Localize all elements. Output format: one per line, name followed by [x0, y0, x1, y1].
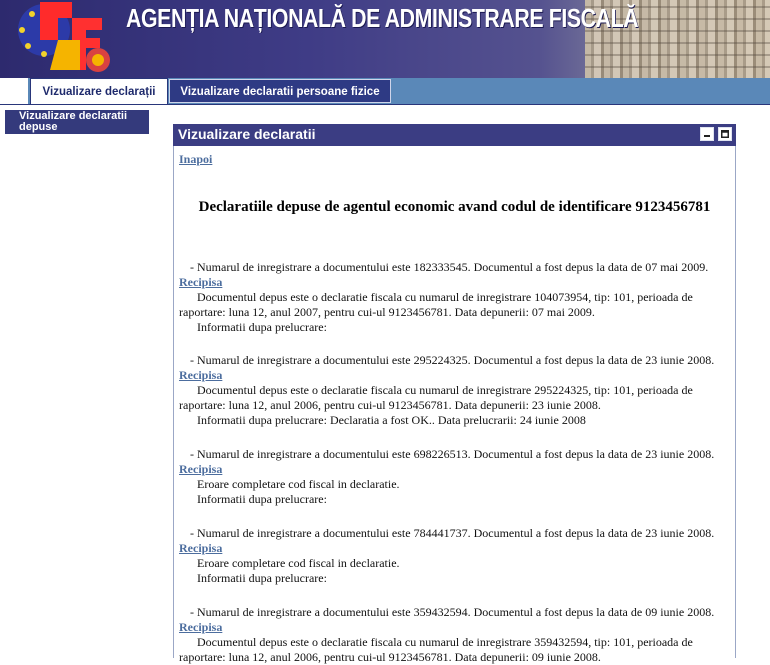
- declaration-entry: - Numarul de inregistrare a documentului…: [179, 447, 731, 507]
- declaration-entry: - Numarul de inregistrare a documentului…: [179, 526, 731, 586]
- panel-header: Vizualizare declaratii: [173, 124, 736, 146]
- maximize-icon: [721, 130, 729, 138]
- entry-summary: - Numarul de inregistrare a documentului…: [190, 260, 709, 274]
- header-banner: AGENȚIA NAȚIONALĂ DE ADMINISTRARE FISCAL…: [0, 0, 770, 78]
- minimize-button[interactable]: [700, 127, 714, 141]
- tab-divider: [0, 104, 770, 105]
- entry-detail: Documentul depus este o declaratie fisca…: [179, 290, 693, 319]
- recipisa-link[interactable]: Recipisa: [179, 368, 222, 382]
- entry-summary: - Numarul de inregistrare a documentului…: [190, 605, 715, 619]
- entry-detail: Eroare completare cod fiscal in declarat…: [197, 556, 400, 570]
- recipisa-link[interactable]: Recipisa: [179, 620, 222, 634]
- entry-detail: Documentul depus este o declaratie fisca…: [179, 383, 693, 412]
- anaf-logo: [18, 2, 110, 72]
- declaration-entry: - Numarul de inregistrare a documentului…: [179, 605, 731, 665]
- entry-summary: - Numarul de inregistrare a documentului…: [190, 447, 715, 461]
- entry-detail: Documentul depus este o declaratie fisca…: [179, 635, 693, 664]
- recipisa-link[interactable]: Recipisa: [179, 541, 222, 555]
- maximize-button[interactable]: [718, 127, 732, 141]
- entry-summary: - Numarul de inregistrare a documentului…: [190, 526, 715, 540]
- entry-info: Informatii dupa prelucrare:: [197, 571, 327, 585]
- entry-summary: - Numarul de inregistrare a documentului…: [190, 353, 715, 367]
- entry-info: Informatii dupa prelucrare:: [197, 320, 327, 334]
- recipisa-link[interactable]: Recipisa: [179, 462, 222, 476]
- entry-detail: Eroare completare cod fiscal in declarat…: [197, 477, 400, 491]
- declarations-heading: Declaratiile depuse de agentul economic …: [198, 199, 711, 215]
- panel-title: Vizualizare declaratii: [178, 126, 316, 142]
- tab-vizualizare-declaratii[interactable]: Vizualizare declarații: [30, 78, 168, 104]
- tab-bar: Vizualizare declarații Vizualizare decla…: [0, 78, 770, 104]
- tab-vizualizare-declaratii-persoane-fizice[interactable]: Vizualizare declaratii persoane fizice: [169, 79, 391, 103]
- declaration-entry: - Numarul de inregistrare a documentului…: [179, 353, 731, 428]
- entry-info: Informatii dupa prelucrare: Declaratia a…: [197, 413, 586, 427]
- sidebar-item-vizualizare-declaratii-depuse[interactable]: Vizualizare declaratii depuse: [5, 110, 149, 134]
- declaration-entry: - Numarul de inregistrare a documentului…: [179, 260, 731, 335]
- page-title: AGENȚIA NAȚIONALĂ DE ADMINISTRARE FISCAL…: [126, 3, 639, 33]
- minimize-icon: [704, 135, 710, 137]
- recipisa-link[interactable]: Recipisa: [179, 275, 222, 289]
- entry-info: Informatii dupa prelucrare:: [197, 492, 327, 506]
- back-link[interactable]: Inapoi: [179, 152, 212, 167]
